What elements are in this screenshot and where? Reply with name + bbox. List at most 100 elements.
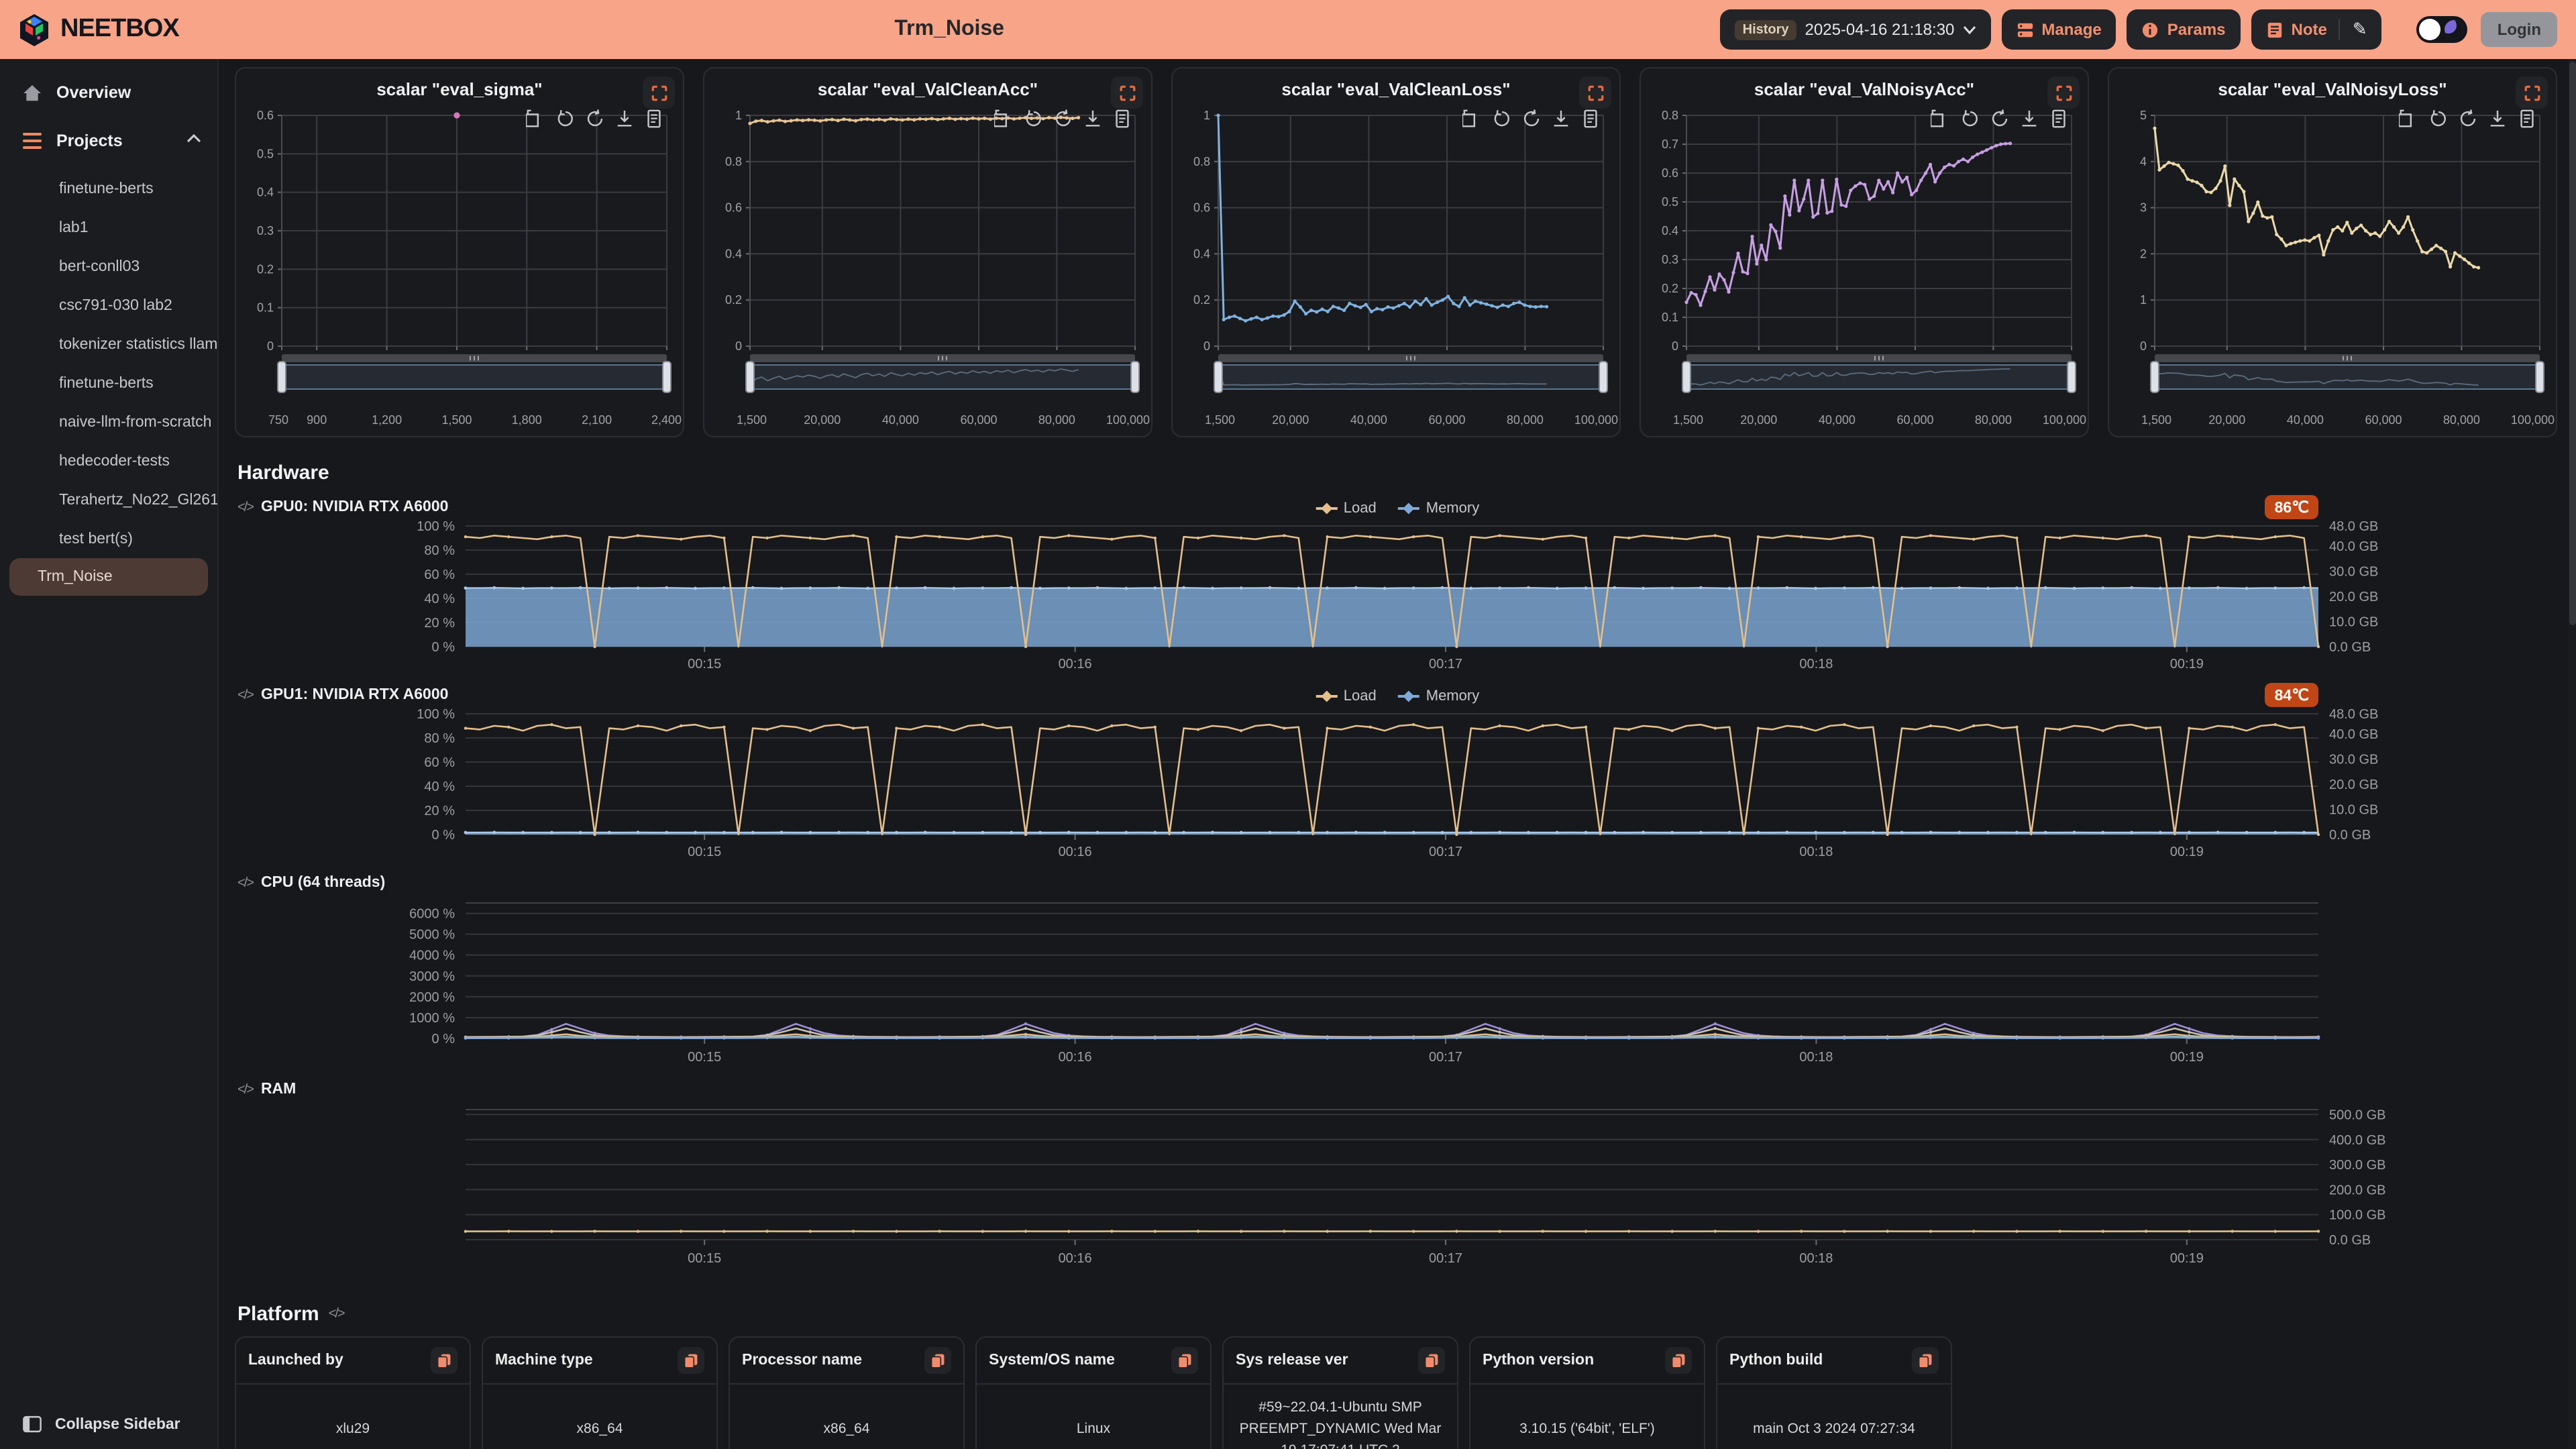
zoom-select-icon[interactable] [526,109,546,129]
datazoom-handle[interactable] [2151,362,2159,392]
datazoom-handle[interactable] [663,362,671,392]
theme-toggle[interactable] [2417,16,2468,43]
sidebar-item-project[interactable]: hedecoder-tests [0,441,217,480]
refresh-icon[interactable] [1990,109,2010,129]
restore-icon[interactable] [1492,109,1512,129]
expand-button[interactable] [2516,76,2548,109]
restore-icon[interactable] [555,109,576,129]
datazoom-handle[interactable] [2068,362,2076,392]
svg-text:00:15: 00:15 [688,845,721,859]
moon-icon [2445,20,2464,39]
legend-item-memory[interactable]: Memory [1398,688,1479,704]
sidebar-item-project[interactable]: finetune-berts [0,169,217,208]
scalar-chart-canvas[interactable]: 00.10.20.30.40.50.67509001,2001,5001,800… [236,102,683,429]
restore-icon[interactable] [1960,109,1980,129]
datazoom-handle[interactable] [278,362,286,392]
svg-text:40,000: 40,000 [2287,413,2324,427]
legend-label: Load [1344,688,1377,704]
legend-item-memory[interactable]: Memory [1398,500,1479,517]
datazoom-selection[interactable] [2155,365,2540,389]
sidebar-item-project[interactable]: Terahertz_No22_Gl261_gl... [0,480,217,519]
expand-button[interactable] [643,76,675,109]
copy-button[interactable] [1912,1347,1939,1374]
download-icon[interactable] [2019,109,2039,129]
sidebar-item-projects[interactable]: Projects [0,118,217,164]
download-icon[interactable] [2487,109,2508,129]
refresh-icon[interactable] [585,109,605,129]
copy-button[interactable] [1171,1347,1198,1374]
datazoom-handle[interactable] [1682,362,1690,392]
scalar-chart-canvas[interactable]: 00.10.20.30.40.50.60.70.81,50020,00040,0… [1641,102,2088,429]
datazoom-selection[interactable] [1218,365,1603,389]
copy-button[interactable] [678,1347,704,1374]
hardware-chart-canvas[interactable]: 100 %80 %60 %40 %20 %0 %48.0 GB40.0 GB30… [235,519,2560,678]
restore-icon[interactable] [1024,109,1044,129]
copy-button[interactable] [1665,1347,1692,1374]
note-button[interactable]: Note ✎ [2251,9,2382,50]
scalar-chart-canvas[interactable]: 0123451,50020,00040,00060,00080,000100,0… [2109,102,2556,429]
data-view-icon[interactable] [2049,109,2069,129]
refresh-icon[interactable] [2458,109,2478,129]
scalar-chart-canvas[interactable]: 00.20.40.60.811,50020,00040,00060,00080,… [704,102,1151,429]
sidebar-item-project[interactable]: Trm_Noise [9,558,208,596]
zoom-select-icon[interactable] [1931,109,1951,129]
expand-button[interactable] [1579,76,1611,109]
svg-text:0.1: 0.1 [1662,311,1678,324]
download-icon[interactable] [614,109,635,129]
datazoom-handle[interactable] [1214,362,1222,392]
download-icon[interactable] [1551,109,1571,129]
datazoom-handle[interactable] [1131,362,1139,392]
sidebar-item-project[interactable]: csc791-030 lab2 [0,286,217,325]
svg-text:0.2: 0.2 [725,293,742,307]
brand[interactable]: NEETBOX [19,13,179,46]
data-view-icon[interactable] [644,109,664,129]
hardware-chart-canvas[interactable]: 6000 %5000 %4000 %3000 %2000 %1000 %0 %0… [235,895,2560,1072]
hardware-chart-canvas[interactable]: 100 %80 %60 %40 %20 %0 %48.0 GB40.0 GB30… [235,707,2560,865]
page-scrollbar[interactable] [2568,59,2576,1449]
edit-pencil-icon[interactable]: ✎ [2353,19,2367,40]
sidebar-item-project[interactable]: lab1 [0,208,217,247]
datazoom-selection[interactable] [750,365,1135,389]
datazoom-handle[interactable] [1599,362,1607,392]
refresh-icon[interactable] [1521,109,1542,129]
sidebar-item-project[interactable]: bert-conll03 [0,247,217,286]
data-view-icon[interactable] [2517,109,2537,129]
zoom-select-icon[interactable] [1462,109,1483,129]
login-button[interactable]: Login [2481,12,2557,47]
sidebar-item-overview[interactable]: Overview [0,70,217,115]
zoom-select-icon[interactable] [994,109,1014,129]
datazoom-selection[interactable] [282,365,667,389]
zoom-select-icon[interactable] [2399,109,2419,129]
sidebar-item-project[interactable]: test bert(s) [0,519,217,558]
scalar-chart-title: scalar "eval_ValNoisyAcc" [1641,79,2088,99]
scrollbar-thumb[interactable] [2569,62,2575,625]
sidebar-item-project[interactable]: tokenizer statistics llama... [0,325,217,364]
refresh-icon[interactable] [1053,109,1073,129]
params-button[interactable]: Params [2127,9,2241,50]
data-view-icon[interactable] [1580,109,1601,129]
manage-button[interactable]: Manage [2001,9,2116,50]
copy-button[interactable] [924,1347,951,1374]
svg-text:1,500: 1,500 [1673,413,1703,427]
data-view-icon[interactable] [1112,109,1132,129]
datazoom-handle[interactable] [746,362,754,392]
collapse-sidebar-button[interactable]: Collapse Sidebar [23,1415,180,1433]
svg-text:3000 %: 3000 % [409,969,455,984]
datazoom-handle[interactable] [2536,362,2544,392]
svg-text:0.7: 0.7 [1662,138,1678,151]
scalar-chart-canvas[interactable]: 00.20.40.60.811,50020,00040,00060,00080,… [1173,102,1619,429]
history-dropdown[interactable]: History 2025-04-16 21:18:30 [1720,9,1991,50]
hardware-chart-canvas[interactable]: 500.0 GB400.0 GB300.0 GB200.0 GB100.0 GB… [235,1102,2560,1279]
copy-button[interactable] [431,1347,458,1374]
expand-button[interactable] [2047,76,2080,109]
restore-icon[interactable] [2428,109,2449,129]
expand-button[interactable] [1111,76,1143,109]
legend-item-load[interactable]: Load [1316,500,1377,517]
svg-text:00:18: 00:18 [1799,1251,1833,1266]
datazoom-selection[interactable] [1686,365,2072,389]
download-icon[interactable] [1083,109,1103,129]
copy-button[interactable] [1418,1347,1445,1374]
legend-item-load[interactable]: Load [1316,688,1377,704]
sidebar-item-project[interactable]: finetune-berts [0,364,217,402]
sidebar-item-project[interactable]: naive-llm-from-scratch [0,402,217,441]
